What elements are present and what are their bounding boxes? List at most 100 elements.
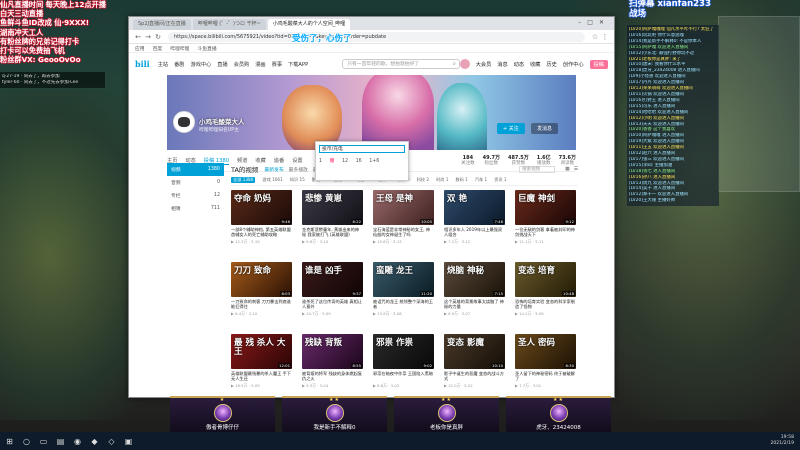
header-link[interactable]: 创作中心 — [563, 61, 584, 68]
search-icon[interactable]: ○ — [21, 436, 32, 447]
bookmark-item[interactable]: 应用 — [135, 45, 145, 52]
nav-item[interactable]: 番剧 — [174, 61, 184, 68]
nav-item[interactable]: 漫画 — [255, 61, 265, 68]
browser-tab[interactable]: 哔哩哔哩 (゜-゜)つロ 干杯~ — [192, 19, 266, 30]
sidebar-item-article[interactable]: 专栏 12 — [167, 189, 224, 202]
url-input[interactable]: https://space.bilibili.com/5675921/video… — [168, 31, 585, 42]
video-thumbnail[interactable]: 王母 是神 10:05 — [373, 190, 434, 225]
video-thumbnail[interactable]: 邪祟 作祟 9:02 — [373, 334, 434, 369]
video-title[interactable]: 宝石海蓝是非常神秘的女王, 神仙般的女神诞生了吗 — [373, 227, 434, 238]
video-card[interactable]: 烧脑 神秘 7:15 这个英雄的背景故事太烧脑了 神秘的力量 ▶ 6.9万 · 3-0… — [444, 262, 505, 331]
menu-icon[interactable]: ⋮ — [600, 33, 610, 41]
video-title[interactable]: 相识多年人 2019年以上最强双人组合 — [444, 227, 505, 238]
reload-icon[interactable]: ↻ — [153, 33, 163, 41]
bookmark-item[interactable]: 斗鱼直播 — [197, 45, 216, 52]
sort-option[interactable]: 最多播放 — [289, 166, 308, 173]
app-icon[interactable]: ▣ — [123, 436, 134, 447]
user-avatar[interactable] — [459, 59, 470, 69]
video-card[interactable]: 最 残 杀人 大王 12:01 英雄联盟最残暴的杀人魔王 手下无人生还 ▶ 16.5万… — [231, 334, 292, 397]
filter-option[interactable]: 知识 15 — [290, 177, 305, 183]
video-title[interactable]: 一部8个辅助神档, 第五英雄联盟首辅女人的死亡辅助攻略 — [231, 227, 292, 238]
filter-option[interactable]: 时尚 1 — [436, 177, 448, 183]
video-thumbnail[interactable]: 变态 影魔 10:10 — [444, 334, 505, 369]
sidebar-item-audio[interactable]: 音频 0 — [167, 176, 224, 189]
grid-view-icon[interactable]: ▦ — [565, 167, 570, 172]
video-card[interactable]: 夺命 奶妈 9:46 一部8个辅助神档, 第五英雄联盟首辅女人的死亡辅助攻略 ▶ 12… — [231, 190, 292, 259]
filter-option[interactable]: 科技 2 — [417, 177, 429, 183]
video-card[interactable]: 残缺 背叛 8:55 被背叛的将军 残缺的身体燃起复仇之火 ▶ 9.3万 · 3-04 — [302, 334, 363, 397]
video-title[interactable]: 谁杀死了这位传奇的英雄 真相让人意外 — [302, 299, 363, 310]
video-card[interactable]: 圣人 密码 8:30 圣人留下的神秘密码 终于被破解了 ▶ 7.7万 · 3-01 — [515, 334, 576, 397]
popup-input[interactable]: 投币/充电 — [319, 145, 405, 153]
taskbar-clock[interactable]: 19:58 2021/2/19 — [770, 435, 794, 446]
sidebar-item-video[interactable]: 视频 1380 — [167, 163, 224, 176]
video-card[interactable]: 变态 培育 10:48 恐怖的培育实验 变态的科学家制造了怪物 ▶ 14.2万 · 3… — [515, 262, 576, 331]
video-thumbnail[interactable]: 烧脑 神秘 7:15 — [444, 262, 505, 297]
header-link[interactable]: 消息 — [497, 61, 507, 68]
video-thumbnail[interactable]: 最 残 杀人 大王 12:01 — [231, 334, 292, 369]
video-thumbnail[interactable]: 圣人 密码 8:30 — [515, 334, 576, 369]
video-thumbnail[interactable]: 夺命 奶妈 9:46 — [231, 190, 292, 225]
sidebar-item-album[interactable]: 相簿 711 — [167, 202, 224, 215]
browser-tab[interactable]: Sp2J直播间/正在直播 — [133, 19, 191, 30]
search-icon[interactable]: ⌕ — [453, 60, 456, 69]
nav-item[interactable]: 下载APP — [288, 61, 308, 68]
video-card[interactable]: 双 艳 7:48 相识多年人 2019年以上最强双人组合 ▶ 7.2万 · 3-12 — [444, 190, 505, 259]
video-title[interactable]: 邪祟在暗夜中作祟 王国陷入黑暗 — [373, 371, 434, 382]
bookmark-item[interactable]: 百度 — [153, 45, 163, 52]
nav-item[interactable]: 主站 — [158, 61, 168, 68]
video-card[interactable]: 悲惨 黄崽 8:22 金克斯悲惨童年, 黄崽出来的神秘 我家被打飞 (英雄联盟) ▶ … — [302, 190, 363, 259]
explorer-icon[interactable]: ▤ — [55, 436, 66, 447]
video-card[interactable]: 邪祟 作祟 9:02 邪祟在暗夜中作祟 王国陷入黑暗 ▶ 8.8万 · 3-03 — [373, 334, 434, 397]
nav-item[interactable]: 赛事 — [272, 61, 282, 68]
filter-option[interactable]: 全部 1380 — [231, 177, 256, 183]
bilibili-logo-icon[interactable]: bili — [135, 59, 150, 69]
video-title[interactable]: 这个英雄的背景故事太烧脑了 神秘的力量 — [444, 299, 505, 310]
video-title[interactable]: 恐怖的培育实验 变态的科学家制造了怪物 — [515, 299, 576, 310]
video-search-input[interactable]: 搜索视频 — [519, 165, 556, 173]
video-thumbnail[interactable]: 巨魔 神剑 9:12 — [515, 190, 576, 225]
upload-button[interactable]: 投稿 — [589, 59, 608, 69]
popup-option[interactable]: 赠 — [330, 159, 335, 164]
filter-option[interactable]: 游戏 1061 — [262, 177, 282, 183]
task-view-icon[interactable]: ▭ — [38, 436, 49, 447]
star-icon[interactable]: ☆ — [590, 33, 600, 41]
popup-option[interactable]: 1+6 — [369, 159, 379, 164]
video-card[interactable]: 刀刀 致命 8:03 一刀致命的刺客 刀刀暴击到底谁能扛得住 ▶ 8.4万 · 3-1… — [231, 262, 292, 331]
nav-item[interactable]: 游戏中心 — [191, 61, 212, 68]
video-title[interactable]: 被背叛的将军 残缺的身体燃起复仇之火 — [302, 371, 363, 382]
video-title[interactable]: 英雄联盟最残暴的杀人魔王 手下无人生还 — [231, 371, 292, 382]
site-search-input[interactable]: 只有一首年轻的歌，想拍就拍好了 ⌕ — [342, 59, 460, 69]
windows-start-icon[interactable]: ⊞ — [4, 436, 15, 447]
filter-option[interactable]: 汽车 1 — [475, 177, 487, 183]
app-icon[interactable]: ◆ — [89, 436, 100, 447]
bookmark-item[interactable]: 哔哩哔哩 — [170, 45, 189, 52]
video-title[interactable]: 金克斯悲惨童年, 黄崽出来的神秘 我家被打飞 (英雄联盟) — [302, 227, 363, 238]
video-title[interactable]: 被诅咒的龙王 统领整个深海的王者 — [373, 299, 434, 310]
browser-icon[interactable]: ◉ — [72, 436, 83, 447]
forward-icon[interactable]: → — [143, 33, 153, 41]
header-link[interactable]: 历史 — [546, 61, 556, 68]
popup-option[interactable]: 1 — [319, 159, 322, 164]
profile-avatar[interactable] — [173, 111, 195, 133]
video-title[interactable]: 影子中诞生的恶魔 变态的战斗方式 — [444, 371, 505, 382]
sort-option[interactable]: 最新发布 — [264, 166, 283, 173]
video-thumbnail[interactable]: 变态 培育 10:48 — [515, 262, 576, 297]
follow-button[interactable]: + 关注 — [497, 123, 525, 134]
list-view-icon[interactable]: ☰ — [574, 167, 578, 172]
video-thumbnail[interactable]: 刀刀 致命 8:03 — [231, 262, 292, 297]
video-card[interactable]: 谁是 凶手 9:37 谁杀死了这位传奇的英雄 真相让人意外 ▶ 10.7万 · 3-0… — [302, 262, 363, 331]
window-controls[interactable]: –□✕ — [578, 19, 610, 26]
header-link[interactable]: 收藏 — [530, 61, 540, 68]
message-button[interactable]: 发消息 — [531, 123, 559, 134]
browser-tab-active[interactable]: 小鸡毛酸菜大人的个人空间_哔哩 — [267, 19, 351, 30]
filter-option[interactable]: 数码 1 — [455, 177, 467, 183]
popup-option[interactable]: 12 — [342, 159, 348, 164]
video-card[interactable]: 巨魔 神剑 9:12 一位无敌的剑客 拿着被封印的神剑挑战天下 ▶ 11.1万 · 3… — [515, 190, 576, 259]
header-link[interactable]: 动态 — [514, 61, 524, 68]
video-title[interactable]: 一位无敌的剑客 拿着被封印的神剑挑战天下 — [515, 227, 576, 238]
video-thumbnail[interactable]: 悲惨 黄崽 8:22 — [302, 190, 363, 225]
header-link[interactable]: 大会员 — [476, 61, 492, 68]
video-title[interactable]: 圣人留下的神秘密码 终于被破解了 — [515, 371, 576, 382]
video-thumbnail[interactable]: 残缺 背叛 8:55 — [302, 334, 363, 369]
